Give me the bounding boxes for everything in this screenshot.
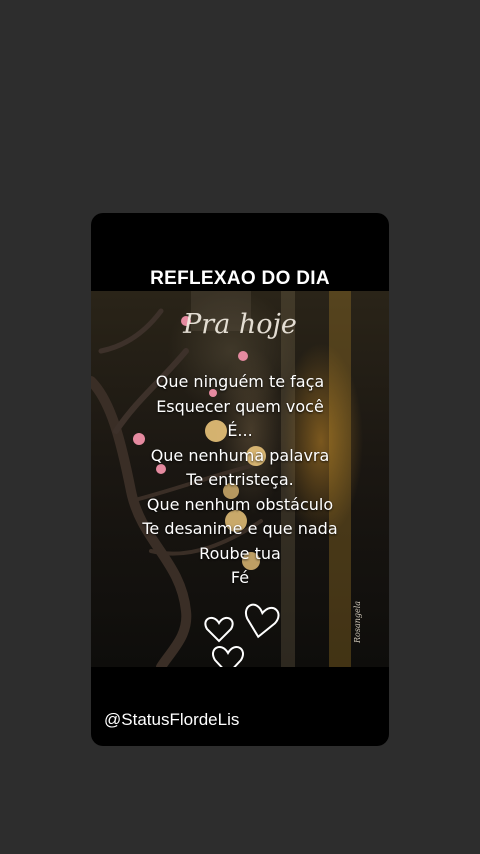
poem-line: É... bbox=[227, 421, 253, 440]
heart-icon bbox=[204, 616, 234, 643]
heart-icon bbox=[244, 603, 280, 639]
poem-line: Esquecer quem você bbox=[156, 396, 324, 416]
account-handle[interactable]: @StatusFlordeLis bbox=[104, 710, 239, 730]
card-title: REFLEXAO DO DIA bbox=[150, 268, 330, 289]
poem-line: Fé bbox=[230, 568, 250, 587]
heart-icon bbox=[212, 646, 244, 667]
poem-line: Que nenhum obstáculo bbox=[146, 494, 334, 514]
pink-bud bbox=[238, 351, 248, 361]
script-heading: Pra hoje bbox=[183, 309, 297, 340]
status-card: REFLEXAO DO DIA Pra hoje Que ninguém te … bbox=[91, 213, 389, 746]
poem-line: Te desanime e que nada bbox=[142, 519, 338, 538]
artist-signature: Rosangela bbox=[353, 600, 362, 643]
poem-text: Que ninguém te faça Esquecer quem você É… bbox=[91, 370, 389, 591]
poem-line: Que nenhuma palavra bbox=[150, 445, 330, 465]
poem-line: Que ninguém te faça bbox=[155, 372, 325, 391]
poem-line: Te entristeça. bbox=[186, 470, 294, 489]
poem-line: Roube tua bbox=[199, 543, 281, 563]
